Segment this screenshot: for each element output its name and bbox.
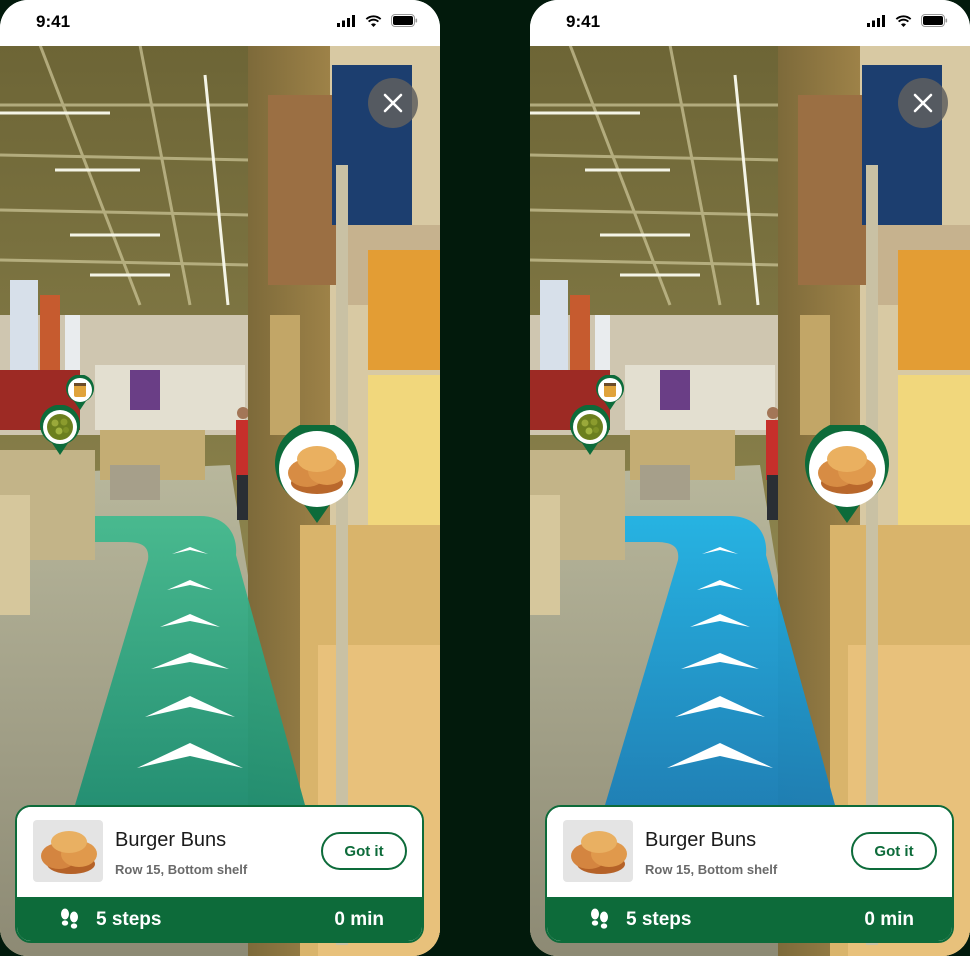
status-time: 9:41 xyxy=(36,12,71,31)
status-time: 9:41 xyxy=(566,12,601,31)
phone-screen-blue: 9:41 Burger Buns Row 15, Bottom shelf Go… xyxy=(530,0,970,956)
item-card-info: Burger Buns Row 15, Bottom shelf Got it xyxy=(17,807,422,897)
burger-buns-pin-icon[interactable] xyxy=(803,425,891,525)
time-remaining: 0 min xyxy=(864,909,914,930)
jar-pin-icon[interactable] xyxy=(595,375,625,411)
status-bar: 9:41 xyxy=(0,0,440,46)
burger-buns-image xyxy=(41,831,97,874)
item-location: Row 15, Bottom shelf xyxy=(115,862,248,877)
peas-pin-icon[interactable] xyxy=(568,405,612,457)
item-card: Burger Buns Row 15, Bottom shelf Got it … xyxy=(545,805,954,943)
item-card-info: Burger Buns Row 15, Bottom shelf Got it xyxy=(547,807,952,897)
cellular-signal-icon xyxy=(867,14,885,27)
jar-pin-icon[interactable] xyxy=(65,375,95,411)
status-bar: 9:41 xyxy=(530,0,970,46)
wifi-icon xyxy=(895,14,912,27)
peas-pin-icon[interactable] xyxy=(38,405,82,457)
footsteps-icon xyxy=(61,908,78,929)
item-thumbnail xyxy=(563,820,633,882)
close-icon xyxy=(383,93,403,113)
got-it-button[interactable]: Got it xyxy=(851,832,937,870)
item-name: Burger Buns xyxy=(645,829,757,851)
burger-buns-image xyxy=(571,831,627,874)
route-summary-bar: 5 steps 0 min xyxy=(547,897,952,941)
item-location: Row 15, Bottom shelf xyxy=(645,862,778,877)
status-icons xyxy=(867,14,948,27)
item-thumbnail xyxy=(33,820,103,882)
close-icon xyxy=(913,93,933,113)
item-card: Burger Buns Row 15, Bottom shelf Got it … xyxy=(15,805,424,943)
battery-icon xyxy=(391,14,418,27)
phone-screen-green: 9:41 Burger Buns Row 15, Bottom shelf Go… xyxy=(0,0,440,956)
close-button[interactable] xyxy=(898,78,948,128)
battery-icon xyxy=(921,14,948,27)
steps-count: 5 steps xyxy=(626,909,692,930)
time-remaining: 0 min xyxy=(334,909,384,930)
item-name: Burger Buns xyxy=(115,829,227,851)
close-button[interactable] xyxy=(368,78,418,128)
status-icons xyxy=(337,14,418,27)
route-summary-bar: 5 steps 0 min xyxy=(17,897,422,941)
footsteps-icon xyxy=(591,908,608,929)
burger-buns-pin-icon[interactable] xyxy=(273,425,361,525)
got-it-button[interactable]: Got it xyxy=(321,832,407,870)
steps-count: 5 steps xyxy=(96,909,162,930)
wifi-icon xyxy=(365,14,382,27)
cellular-signal-icon xyxy=(337,14,355,27)
